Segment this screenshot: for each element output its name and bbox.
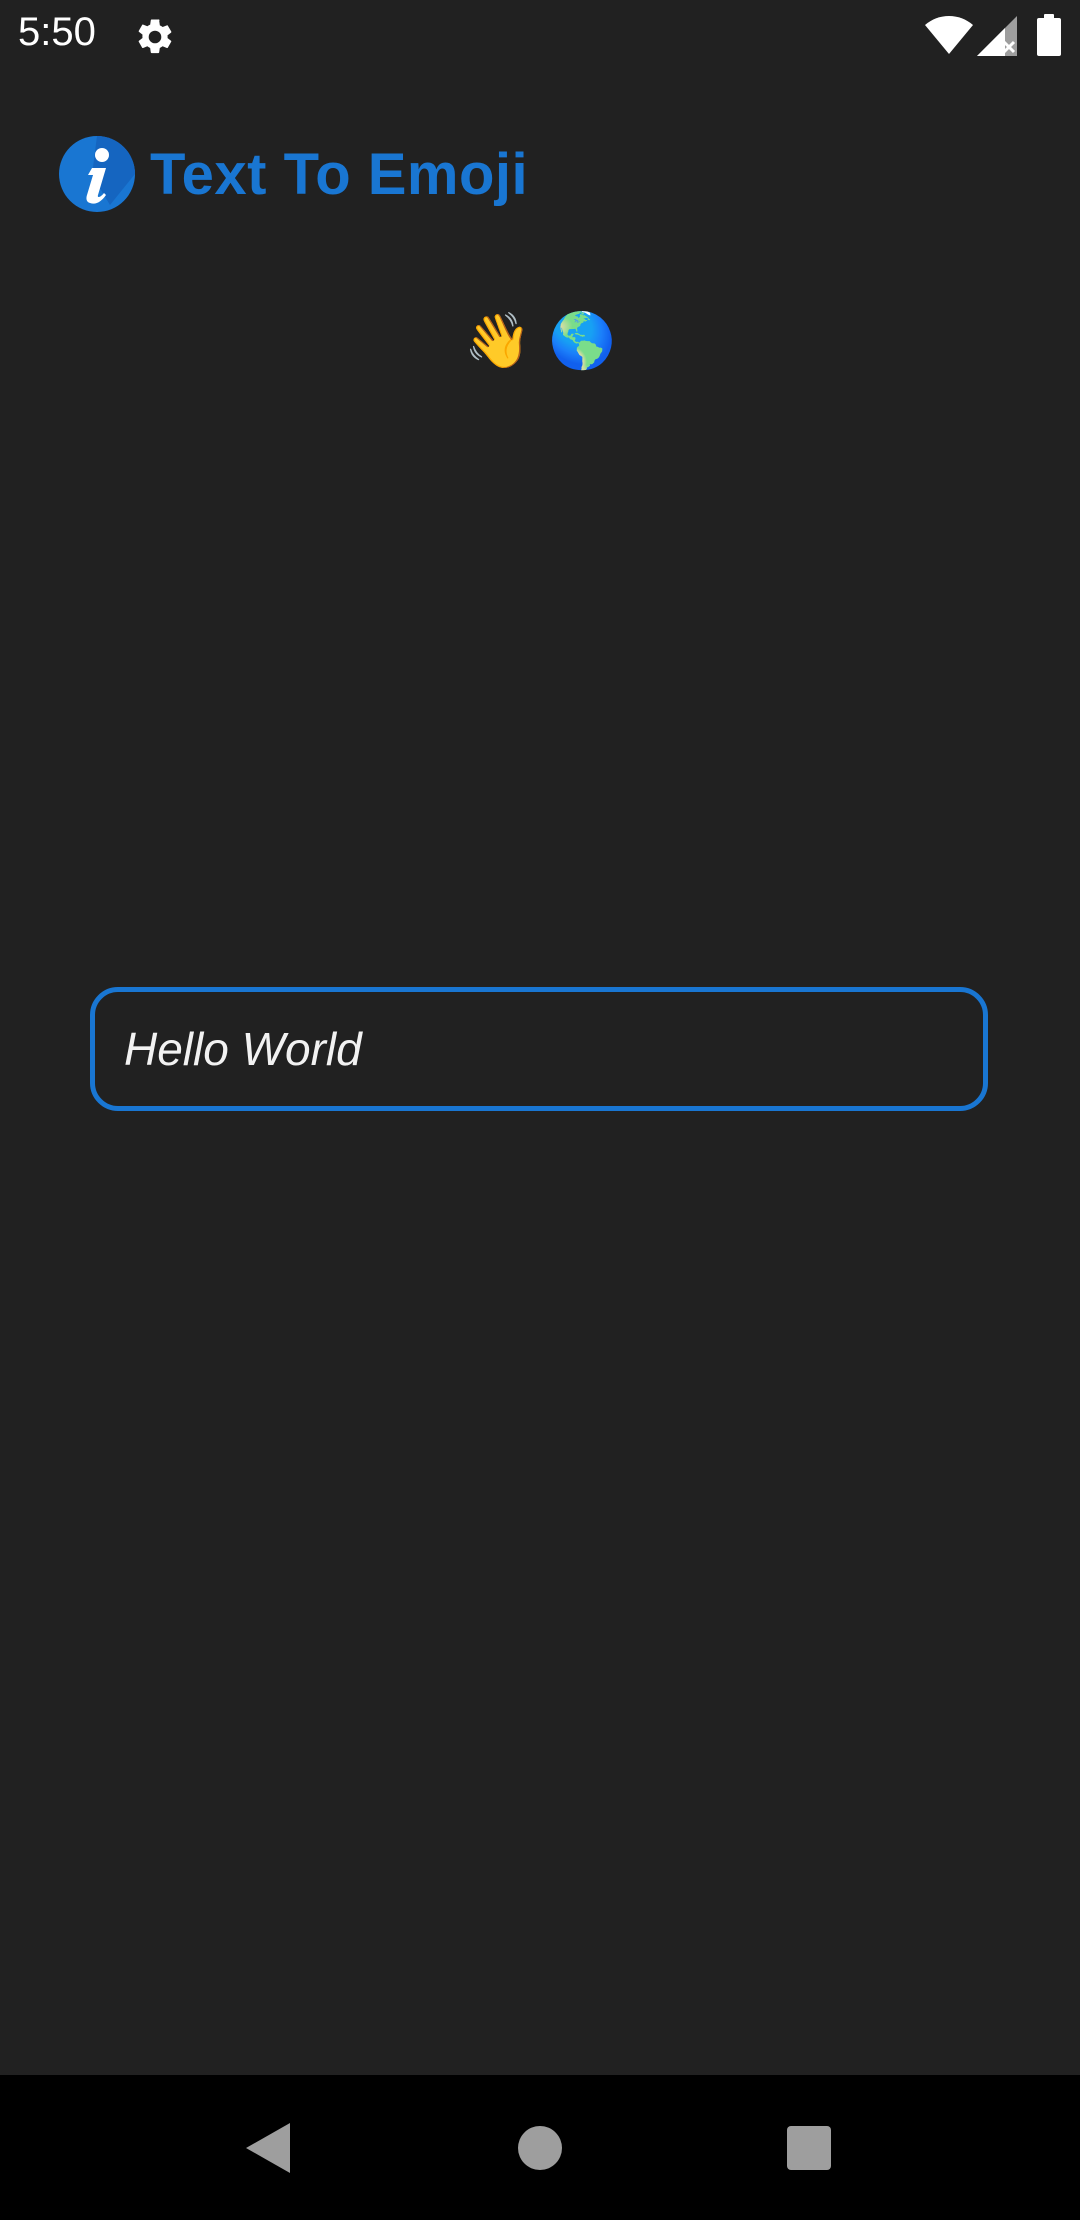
status-bar: 5:50 bbox=[0, 0, 1080, 72]
info-icon bbox=[59, 136, 135, 212]
text-input[interactable] bbox=[122, 1021, 983, 1077]
status-time: 5:50 bbox=[18, 10, 96, 54]
wifi-icon bbox=[925, 16, 973, 54]
home-icon[interactable] bbox=[518, 2126, 562, 2170]
back-icon[interactable] bbox=[246, 2123, 290, 2173]
emoji-output: 👋 🌎 bbox=[464, 309, 616, 372]
navigation-bar bbox=[0, 2075, 1080, 2220]
text-input-container[interactable] bbox=[90, 987, 988, 1111]
app-title: Text To Emoji bbox=[150, 141, 529, 207]
battery-icon bbox=[1037, 14, 1061, 56]
app-header: Text To Emoji bbox=[58, 134, 528, 214]
recents-icon[interactable] bbox=[787, 2126, 831, 2170]
gear-icon bbox=[138, 19, 172, 54]
signal-icon bbox=[977, 16, 1017, 56]
screen: 5:50 Text To Emoji 👋 🌎 bbox=[0, 0, 1080, 2220]
